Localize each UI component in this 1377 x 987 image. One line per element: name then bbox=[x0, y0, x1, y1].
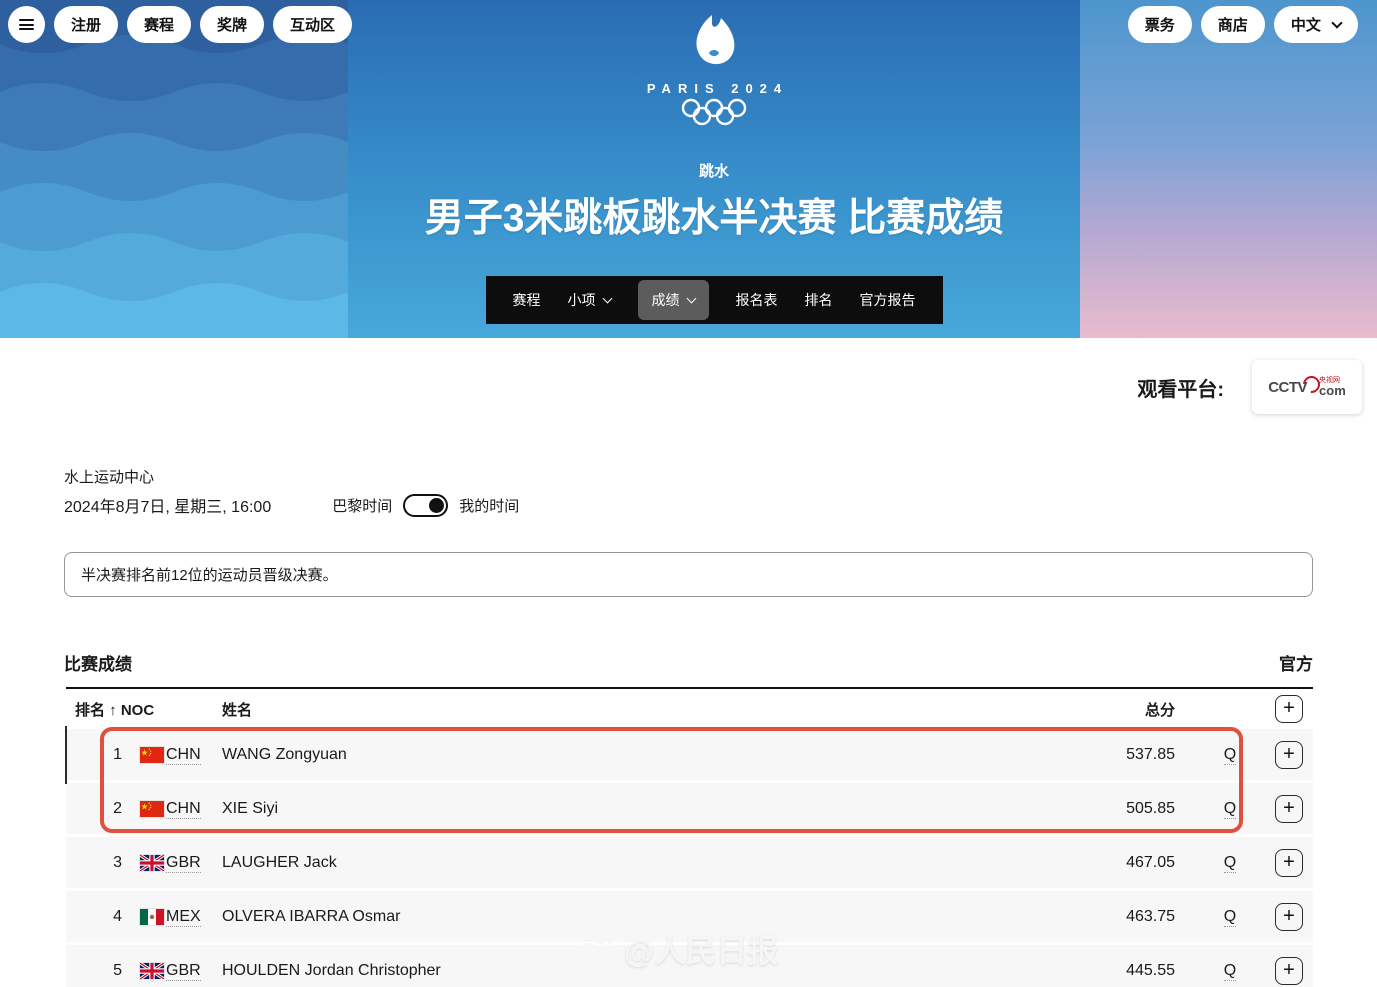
qualification-note: 半决赛排名前12位的运动员晋级决赛。 bbox=[64, 552, 1313, 597]
event-tab-2[interactable]: 成绩 bbox=[638, 280, 709, 320]
rank-value: 5 bbox=[66, 962, 122, 980]
nav-pill-right-1[interactable]: 商店 bbox=[1201, 6, 1265, 43]
table-body: 1CHNWANG Zongyuan537.85Q+2CHNXIE Siyi505… bbox=[66, 729, 1313, 987]
gradient-decoration bbox=[1080, 0, 1377, 338]
language-selector[interactable]: 中文 bbox=[1274, 6, 1358, 43]
flag-icon-chn bbox=[122, 747, 166, 763]
total-score: 463.75 bbox=[1075, 908, 1195, 926]
chevron-down-icon bbox=[1331, 17, 1342, 28]
flag-icon-mex bbox=[122, 909, 166, 925]
cctv-wordmark: CCTV bbox=[1268, 379, 1307, 396]
cctv-platform-link[interactable]: CCTV 央视网 com bbox=[1252, 360, 1362, 414]
top-navigation: 注册赛程奖牌互动区 票务商店 中文 bbox=[8, 6, 1367, 43]
table-row-2[interactable]: 2 CHNXIE Siyi505.85Q + bbox=[66, 783, 1313, 834]
total-column-header[interactable]: 总分 bbox=[1075, 699, 1195, 720]
page-title: 男子3米跳板跳水半决赛 比赛成绩 bbox=[425, 187, 1004, 243]
venue-name: 水上运动中心 bbox=[64, 466, 1313, 487]
rank-value: 1 bbox=[66, 746, 122, 764]
noc-code: CHN bbox=[166, 800, 218, 818]
hero-center-panel: PARIS 2024 跳水 男子3米跳板跳水半决赛 比赛成绩 赛程 小项 成绩 报名表… bbox=[348, 0, 1080, 338]
nav-pill-left-1[interactable]: 赛程 bbox=[127, 6, 191, 43]
event-tab-0[interactable]: 赛程 bbox=[513, 290, 541, 310]
nav-pill-right-0[interactable]: 票务 bbox=[1128, 6, 1192, 43]
chevron-down-icon bbox=[686, 294, 696, 304]
flag-icon-gbr bbox=[122, 963, 166, 979]
total-score: 537.85 bbox=[1075, 746, 1195, 764]
qualified-badge: Q bbox=[1195, 746, 1265, 764]
paris-time-label: 巴黎时间 bbox=[332, 495, 392, 516]
rank-value: 2 bbox=[66, 800, 122, 818]
toggle-knob bbox=[429, 498, 444, 513]
left-tick-mark bbox=[65, 726, 67, 784]
language-label: 中文 bbox=[1291, 17, 1321, 34]
official-badge: 官方 bbox=[1279, 650, 1313, 675]
table-row-1[interactable]: 1 CHNWANG Zongyuan537.85Q + bbox=[66, 729, 1313, 780]
total-score: 445.55 bbox=[1075, 962, 1195, 980]
event-nav-bar: 赛程 小项 成绩 报名表 排名 官方报告 bbox=[486, 276, 943, 324]
table-row-4[interactable]: 4 MEXOLVERA IBARRA Osmar463.75Q + bbox=[66, 891, 1313, 942]
olympic-rings-icon bbox=[677, 98, 751, 126]
cctv-logo: CCTV 央视网 com bbox=[1268, 376, 1346, 399]
noc-code: GBR bbox=[166, 854, 218, 872]
broadcast-row: 观看平台: CCTV 央视网 com bbox=[0, 360, 1362, 414]
nav-pill-left-2[interactable]: 奖牌 bbox=[200, 6, 264, 43]
athlete-name: OLVERA IBARRA Osmar bbox=[218, 908, 1075, 926]
expand-row-button[interactable]: + bbox=[1275, 741, 1303, 769]
event-tab-4[interactable]: 排名 bbox=[805, 290, 833, 310]
noc-code: CHN bbox=[166, 746, 218, 764]
cctv-suffix: com bbox=[1319, 384, 1346, 397]
table-row-3[interactable]: 3 GBRLAUGHER Jack467.05Q + bbox=[66, 837, 1313, 888]
menu-button[interactable] bbox=[8, 6, 45, 43]
nav-right-pills: 票务商店 bbox=[1128, 6, 1274, 43]
wave-decoration bbox=[0, 0, 348, 338]
time-toggle-group: 巴黎时间 我的时间 bbox=[332, 494, 519, 517]
flag-icon-chn bbox=[122, 801, 166, 817]
event-tab-1[interactable]: 小项 bbox=[568, 290, 611, 310]
noc-code: MEX bbox=[166, 908, 218, 926]
my-time-label: 我的时间 bbox=[459, 495, 519, 516]
results-section-header: 比赛成绩 官方 bbox=[64, 650, 1313, 675]
nav-left-pills: 注册赛程奖牌互动区 bbox=[54, 6, 361, 43]
total-score: 505.85 bbox=[1075, 800, 1195, 818]
rank-noc-column-header[interactable]: 排名 ↑ NOC bbox=[66, 699, 218, 720]
expand-row-button[interactable]: + bbox=[1275, 903, 1303, 931]
nav-pill-left-3[interactable]: 互动区 bbox=[273, 6, 352, 43]
rank-value: 4 bbox=[66, 908, 122, 926]
nav-pill-left-0[interactable]: 注册 bbox=[54, 6, 118, 43]
total-score: 467.05 bbox=[1075, 854, 1195, 872]
results-title: 比赛成绩 bbox=[64, 650, 132, 675]
event-info: 水上运动中心 2024年8月7日, 星期三, 16:00 巴黎时间 我的时间 bbox=[64, 466, 1313, 517]
flag-icon-gbr bbox=[122, 855, 166, 871]
qualified-badge: Q bbox=[1195, 800, 1265, 818]
event-datetime: 2024年8月7日, 星期三, 16:00 bbox=[64, 493, 271, 517]
athlete-name: LAUGHER Jack bbox=[218, 854, 1075, 872]
qualified-badge: Q bbox=[1195, 908, 1265, 926]
hero-banner: PARIS 2024 跳水 男子3米跳板跳水半决赛 比赛成绩 赛程小项成绩报名表… bbox=[0, 0, 1377, 338]
rank-value: 3 bbox=[66, 854, 122, 872]
discipline-label: 跳水 bbox=[699, 160, 729, 181]
broadcast-label: 观看平台: bbox=[1137, 373, 1224, 402]
time-zone-toggle[interactable] bbox=[403, 494, 448, 517]
expand-row-button[interactable]: + bbox=[1275, 957, 1303, 985]
event-tab-3[interactable]: 报名表 bbox=[736, 290, 778, 310]
athlete-name: XIE Siyi bbox=[218, 800, 1075, 818]
qualified-badge: Q bbox=[1195, 962, 1265, 980]
noc-code: GBR bbox=[166, 962, 218, 980]
chevron-down-icon bbox=[602, 294, 612, 304]
results-table: 排名 ↑ NOC 姓名 总分 + 1CHNWANG Zongyuan537.85… bbox=[66, 687, 1313, 987]
expand-all-button[interactable]: + bbox=[1275, 695, 1303, 723]
logo-caption: PARIS 2024 bbox=[647, 81, 788, 96]
hamburger-icon bbox=[19, 19, 34, 30]
qualified-badge: Q bbox=[1195, 854, 1265, 872]
expand-row-button[interactable]: + bbox=[1275, 795, 1303, 823]
athlete-name: HOULDEN Jordan Christopher bbox=[218, 962, 1075, 980]
event-tab-5[interactable]: 官方报告 bbox=[860, 290, 916, 310]
table-header-row: 排名 ↑ NOC 姓名 总分 + bbox=[66, 687, 1313, 729]
table-row-5[interactable]: 5 GBRHOULDEN Jordan Christopher445.55Q + bbox=[66, 945, 1313, 987]
name-column-header[interactable]: 姓名 bbox=[218, 699, 1075, 720]
athlete-name: WANG Zongyuan bbox=[218, 746, 1075, 764]
expand-row-button[interactable]: + bbox=[1275, 849, 1303, 877]
